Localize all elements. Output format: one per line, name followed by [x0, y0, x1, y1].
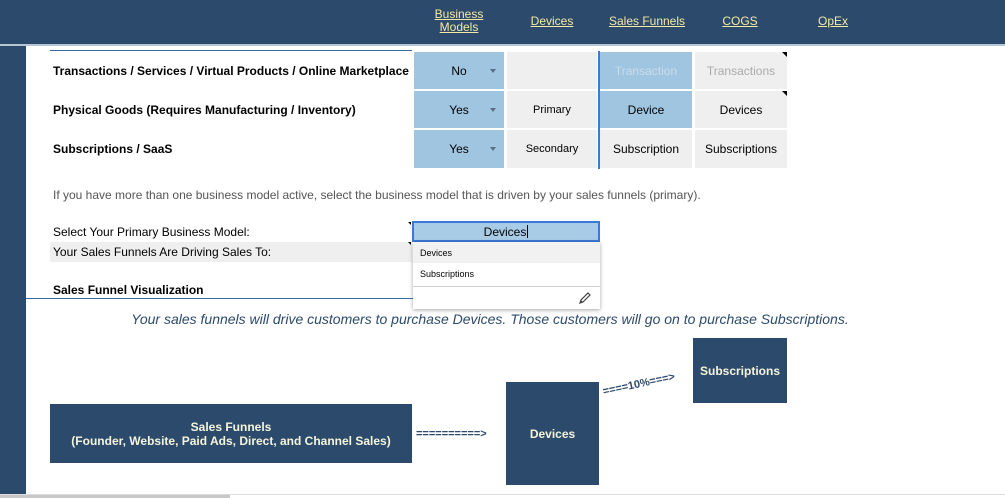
chevron-down-icon — [490, 107, 496, 112]
sales-funnels-channels: (Founder, Website, Paid Ads, Direct, and… — [71, 433, 391, 448]
rank-cell-subscriptions: Secondary — [507, 130, 597, 168]
subscriptions-box: Subscriptions — [693, 338, 787, 403]
left-side-bar — [0, 46, 26, 498]
devices-box: Devices — [506, 382, 599, 485]
active-dropdown-physical-goods[interactable]: Yes — [414, 91, 504, 128]
pencil-icon[interactable] — [578, 291, 592, 305]
driving-sales-label: Your Sales Funnels Are Driving Sales To: — [53, 245, 272, 259]
nav-link-cogs[interactable]: COGS — [715, 15, 765, 28]
primary-model-dropdown: Devices Subscriptions — [413, 242, 600, 309]
select-value: Devices — [483, 224, 527, 239]
active-value: Yes — [449, 142, 469, 156]
name-cell-transactions: Transaction — [600, 52, 692, 89]
visualization-title: Sales Funnel Visualization — [53, 283, 204, 297]
comment-marker — [408, 222, 411, 225]
active-value: No — [451, 63, 467, 78]
plural-cell-transactions: Transactions — [695, 52, 787, 89]
sales-funnels-box: Sales Funnels (Founder, Website, Paid Ad… — [50, 404, 412, 463]
rank-cell-transactions — [507, 52, 597, 89]
active-dropdown-transactions[interactable]: No — [414, 52, 504, 89]
dropdown-option-subscriptions[interactable]: Subscriptions — [413, 263, 600, 284]
dropdown-option-devices[interactable]: Devices — [413, 242, 600, 263]
name-cell-physical-goods: Device — [600, 91, 692, 128]
chevron-down-icon — [490, 147, 496, 151]
row-label-transactions: Transactions / Services / Virtual Produc… — [53, 64, 409, 78]
text-cursor — [527, 225, 529, 238]
active-dropdown-subscriptions[interactable]: Yes — [414, 130, 504, 168]
section-rule — [26, 298, 413, 299]
chevron-down-icon — [490, 68, 496, 73]
top-nav-divider — [0, 44, 1005, 46]
row-label-subscriptions: Subscriptions / SaaS — [53, 142, 173, 156]
nav-link-opex[interactable]: OpEx — [810, 15, 856, 28]
row-label-physical-goods: Physical Goods (Requires Manufacturing /… — [53, 103, 356, 117]
nav-link-devices[interactable]: Devices — [522, 15, 582, 28]
sales-funnels-title: Sales Funnels — [190, 419, 272, 434]
comment-marker — [782, 52, 787, 57]
business-model-note: If you have more than one business model… — [53, 188, 701, 202]
dropdown-divider — [413, 286, 600, 287]
comment-marker — [782, 91, 787, 96]
nav-link-sales-funnels[interactable]: Sales Funnels — [600, 15, 694, 28]
nav-link-business-models[interactable]: Business Models — [420, 8, 498, 34]
funnel-sentence: Your sales funnels will drive customers … — [131, 311, 849, 327]
active-value: Yes — [449, 102, 469, 117]
plural-cell-physical-goods: Devices — [695, 91, 787, 128]
arrow-to-devices: ==========> — [416, 428, 487, 440]
name-cell-subscriptions: Subscription — [600, 130, 692, 168]
comment-marker — [408, 242, 411, 245]
plural-cell-subscriptions: Subscriptions — [695, 130, 787, 168]
select-primary-label: Select Your Primary Business Model: — [53, 225, 250, 239]
rank-cell-physical-goods: Primary — [507, 91, 597, 128]
column-selection-border — [598, 51, 600, 169]
primary-model-select[interactable]: Devices — [412, 221, 600, 242]
section-top-rule — [50, 50, 412, 51]
arrow-to-subscriptions: ====10%===> — [601, 370, 677, 398]
